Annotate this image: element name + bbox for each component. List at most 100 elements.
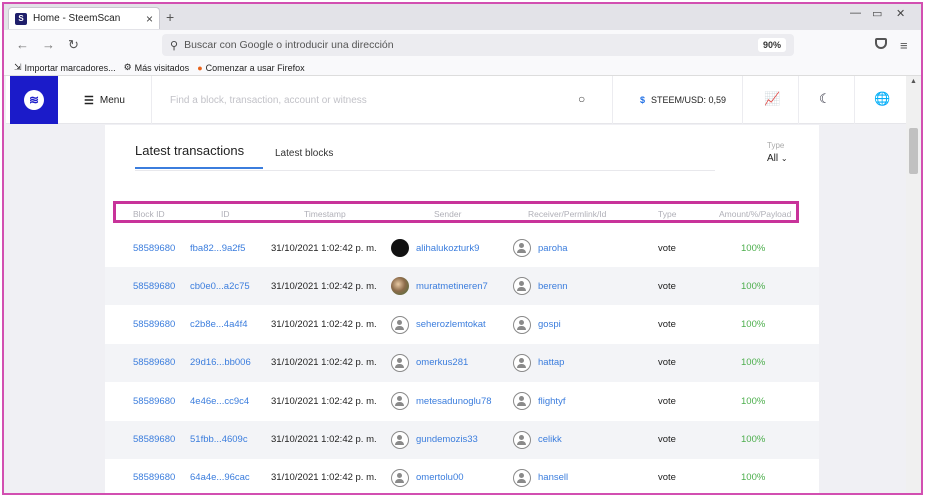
tx-id-link[interactable]: cb0e0...a2c75 [190, 281, 250, 292]
import-icon: ⇲ [14, 62, 22, 72]
tx-id-link[interactable]: 4e46e...cc9c4 [190, 396, 249, 407]
dollar-icon: $ [640, 95, 646, 105]
receiver-avatar[interactable] [513, 468, 531, 487]
sender-avatar[interactable] [391, 239, 409, 257]
tab-latest-transactions[interactable]: Latest transactions [135, 143, 263, 169]
sender-avatar[interactable] [391, 277, 409, 296]
tab-latest-blocks[interactable]: Latest blocks [275, 148, 333, 159]
divider [742, 76, 743, 124]
minimize-icon[interactable]: — [850, 7, 861, 19]
steem-logo-icon: ≋ [24, 90, 44, 110]
header-sender: Sender [434, 209, 462, 219]
sender-link[interactable]: seherozlemtokat [416, 319, 486, 330]
bookmark-firefox[interactable]: ● Comenzar a usar Firefox [197, 63, 304, 73]
type-filter-select[interactable]: All ⌄ [767, 153, 788, 164]
sender-link[interactable]: alihalukozturk9 [416, 243, 479, 254]
receiver-avatar[interactable] [513, 277, 531, 296]
sender-link[interactable]: omerkus281 [416, 357, 468, 368]
sender-avatar[interactable] [391, 315, 409, 334]
tx-amount: 100% [741, 395, 766, 407]
url-bar[interactable]: ⚲ Buscar con Google o introducir una dir… [162, 34, 794, 56]
sender-avatar[interactable] [391, 430, 409, 449]
new-tab-button[interactable]: + [166, 9, 174, 25]
block-id-link[interactable]: 58589680 [133, 243, 175, 254]
receiver-avatar[interactable] [513, 353, 531, 372]
forward-icon[interactable]: → [42, 37, 55, 52]
receiver-link[interactable]: hansell [538, 472, 568, 483]
header-type: Type [658, 209, 677, 219]
receiver-link[interactable]: gospi [538, 319, 561, 330]
search-icon: ⚲ [170, 39, 179, 52]
block-id-link[interactable]: 58589680 [133, 434, 175, 445]
timestamp: 31/10/2021 1:02:42 p. m. [271, 280, 377, 292]
navigation-bar: ← → ↻ ⚲ Buscar con Google o introducir u… [4, 30, 921, 60]
block-id-link[interactable]: 58589680 [133, 472, 175, 483]
receiver-avatar[interactable] [513, 392, 531, 411]
receiver-avatar[interactable] [513, 315, 531, 334]
tx-id-link[interactable]: 29d16...bb006 [190, 357, 251, 368]
tab-divider [135, 170, 715, 171]
search-icon[interactable]: ○ [578, 92, 585, 106]
tx-id-link[interactable]: c2b8e...4a4f4 [190, 319, 248, 330]
sender-avatar[interactable] [391, 468, 409, 487]
close-tab-icon[interactable]: × [146, 12, 153, 26]
block-id-link[interactable]: 58589680 [133, 357, 175, 368]
chart-icon[interactable]: 📈 [764, 91, 780, 107]
tx-type: vote [658, 242, 676, 254]
receiver-link[interactable]: paroha [538, 243, 568, 254]
zoom-level[interactable]: 90% [757, 38, 786, 52]
firefox-icon: ● [197, 62, 203, 73]
dark-mode-icon[interactable]: ☾ [819, 91, 831, 107]
menu-icon[interactable]: ≡ [900, 38, 908, 53]
bookmark-most-visited[interactable]: ⚙ Más visitados [124, 62, 190, 73]
tx-amount: 100% [741, 242, 766, 254]
table-row: 58589680 fba82...9a2f5 31/10/2021 1:02:42 … [105, 229, 819, 267]
maximize-icon[interactable]: ▭ [872, 7, 882, 20]
close-window-icon[interactable]: ✕ [896, 7, 905, 20]
scrollbar-thumb[interactable] [909, 128, 918, 174]
tx-type: vote [658, 280, 676, 292]
receiver-link[interactable]: berenn [538, 281, 568, 292]
sender-link[interactable]: omertolu00 [416, 472, 464, 483]
sender-avatar[interactable] [391, 353, 409, 372]
block-id-link[interactable]: 58589680 [133, 281, 175, 292]
tx-id-link[interactable]: 51fbb...4609c [190, 434, 248, 445]
receiver-link[interactable]: flightyf [538, 396, 565, 407]
receiver-link[interactable]: celikk [538, 434, 562, 445]
browser-tab[interactable]: S Home - SteemScan × [8, 7, 160, 29]
pocket-icon[interactable] [875, 38, 887, 49]
sender-avatar[interactable] [391, 392, 409, 411]
receiver-avatar[interactable] [513, 430, 531, 449]
block-id-link[interactable]: 58589680 [133, 319, 175, 330]
tx-id-link[interactable]: fba82...9a2f5 [190, 243, 245, 254]
steem-logo[interactable]: ≋ [10, 76, 58, 124]
table-row: 58589680 cb0e0...a2c75 31/10/2021 1:02:42 … [105, 267, 819, 306]
table-row: 58589680 51fbb...4609c 31/10/2021 1:02:42 … [105, 420, 819, 459]
menu-button[interactable]: ☰ Menu [84, 94, 125, 107]
tx-type: vote [658, 395, 676, 407]
tx-amount: 100% [741, 319, 766, 331]
receiver-avatar[interactable] [513, 239, 531, 257]
type-filter-label: Type [767, 141, 785, 150]
divider [854, 76, 855, 124]
page-scrollbar[interactable]: ▲ [906, 76, 921, 493]
browser-window: S Home - SteemScan × + — ▭ ✕ ← → ↻ ⚲ Bus… [2, 2, 923, 495]
tab-strip: S Home - SteemScan × + — ▭ ✕ [4, 4, 921, 30]
site-search-input[interactable]: Find a block, transaction, account or wi… [170, 95, 367, 106]
sender-link[interactable]: gundemozis33 [416, 434, 478, 445]
scroll-up-icon[interactable]: ▲ [910, 78, 917, 85]
sender-link[interactable]: muratmetineren7 [416, 281, 488, 292]
tx-id-link[interactable]: 64a4e...96cac [190, 472, 250, 483]
steemscan-favicon: S [15, 12, 27, 25]
block-id-link[interactable]: 58589680 [133, 396, 175, 407]
url-input[interactable]: Buscar con Google o introducir una direc… [184, 39, 758, 51]
reload-icon[interactable]: ↻ [68, 37, 79, 53]
tx-amount: 100% [741, 280, 766, 292]
back-icon[interactable]: ← [16, 37, 29, 52]
globe-icon[interactable]: 🌐 [874, 91, 890, 107]
header-id: ID [221, 209, 230, 219]
receiver-link[interactable]: hattap [538, 357, 564, 368]
sender-link[interactable]: metesadunoglu78 [416, 396, 492, 407]
bookmark-import[interactable]: ⇲ Importar marcadores... [14, 62, 116, 73]
divider [151, 76, 152, 124]
